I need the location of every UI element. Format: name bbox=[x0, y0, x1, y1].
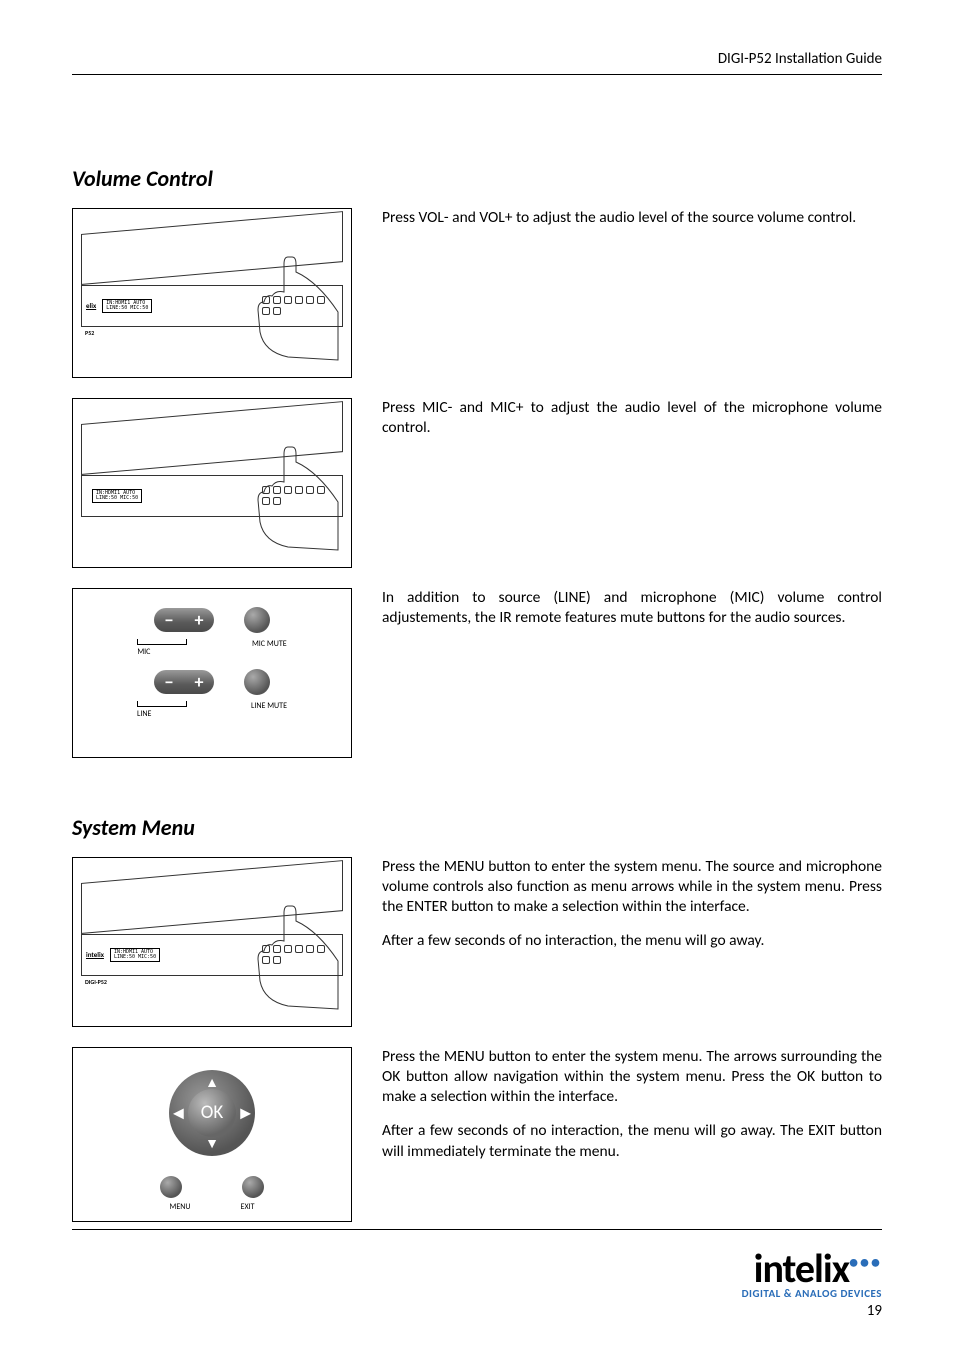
ok-button: OK bbox=[188, 1089, 236, 1137]
desc-vol-source: Press VOL- and VOL+ to adjust the audio … bbox=[382, 208, 882, 242]
hand-illustration bbox=[248, 442, 348, 552]
model-label: P52 bbox=[85, 329, 94, 337]
desc-vol-remote: In addition to source (LINE) and microph… bbox=[382, 588, 882, 642]
figure-panel-menu: intelix IN:HDMI1 AUTO LINE:50 MIC:50 DIG… bbox=[72, 857, 352, 1027]
lcd-display: IN:HDMI1 AUTO LINE:50 MIC:50 bbox=[110, 948, 160, 962]
dpad: OK ▲ ▼ ◀ ▶ bbox=[157, 1058, 267, 1168]
brand-logo: intelix••• bbox=[742, 1251, 882, 1287]
row-menu-remote: OK ▲ ▼ ◀ ▶ MENU EXIT Press the MENU butt… bbox=[72, 1047, 882, 1222]
exit-button bbox=[242, 1176, 264, 1198]
row-menu-panel: intelix IN:HDMI1 AUTO LINE:50 MIC:50 DIG… bbox=[72, 857, 882, 1027]
footer-rule bbox=[72, 1229, 882, 1230]
brand-label: intelix bbox=[86, 950, 104, 959]
exit-label: EXIT bbox=[241, 1202, 255, 1212]
desc-vol-mic: Press MIC- and MIC+ to adjust the audio … bbox=[382, 398, 882, 452]
menu-label: MENU bbox=[169, 1202, 190, 1212]
section-title-volume: Volume Control bbox=[72, 165, 882, 192]
footer: intelix••• DIGITAL & ANALOG DEVICES 19 bbox=[742, 1251, 882, 1320]
plus-icon: + bbox=[195, 671, 204, 693]
logo-dots-icon: ••• bbox=[849, 1251, 882, 1273]
lcd-display: IN:HDMI1 AUTO LINE:50 MIC:50 bbox=[102, 299, 152, 313]
section-title-menu: System Menu bbox=[72, 814, 882, 841]
mic-mute-button bbox=[244, 607, 270, 633]
arrow-up-icon: ▲ bbox=[205, 1074, 219, 1091]
arrow-right-icon: ▶ bbox=[240, 1104, 251, 1121]
brand-label: elix bbox=[86, 301, 96, 310]
minus-icon: − bbox=[165, 671, 174, 693]
line-mute-button bbox=[244, 669, 270, 695]
page-number: 19 bbox=[742, 1302, 882, 1320]
arrow-down-icon: ▼ bbox=[205, 1135, 219, 1152]
menu-button bbox=[160, 1176, 182, 1198]
figure-panel-mic: IN:HDMI1 AUTO LINE:50 MIC:50 bbox=[72, 398, 352, 568]
model-label: DIGI-P52 bbox=[85, 978, 107, 986]
row-vol-remote: − + MIC MIC MUTE − + LINE LINE MUTE In a… bbox=[72, 588, 882, 758]
figure-remote-navpad: OK ▲ ▼ ◀ ▶ MENU EXIT bbox=[72, 1047, 352, 1222]
figure-remote-volume: − + MIC MIC MUTE − + LINE LINE MUTE bbox=[72, 588, 352, 758]
row-vol-source: elix IN:HDMI1 AUTO LINE:50 MIC:50 P52 Pr… bbox=[72, 208, 882, 378]
mic-vol-bar: − + bbox=[154, 608, 214, 632]
plus-icon: + bbox=[195, 609, 204, 631]
page-header: DIGI-P52 Installation Guide bbox=[72, 50, 882, 75]
row-vol-mic: IN:HDMI1 AUTO LINE:50 MIC:50 Press MIC- … bbox=[72, 398, 882, 568]
hand-illustration bbox=[248, 252, 348, 362]
figure-panel-vol: elix IN:HDMI1 AUTO LINE:50 MIC:50 P52 bbox=[72, 208, 352, 378]
doc-title: DIGI-P52 Installation Guide bbox=[718, 50, 882, 68]
hand-illustration bbox=[248, 901, 348, 1011]
desc-menu-remote: Press the MENU button to enter the syste… bbox=[382, 1047, 882, 1176]
lcd-display: IN:HDMI1 AUTO LINE:50 MIC:50 bbox=[92, 489, 142, 503]
line-vol-bar: − + bbox=[154, 670, 214, 694]
arrow-left-icon: ◀ bbox=[173, 1104, 184, 1121]
desc-menu-panel: Press the MENU button to enter the syste… bbox=[382, 857, 882, 966]
minus-icon: − bbox=[165, 609, 174, 631]
